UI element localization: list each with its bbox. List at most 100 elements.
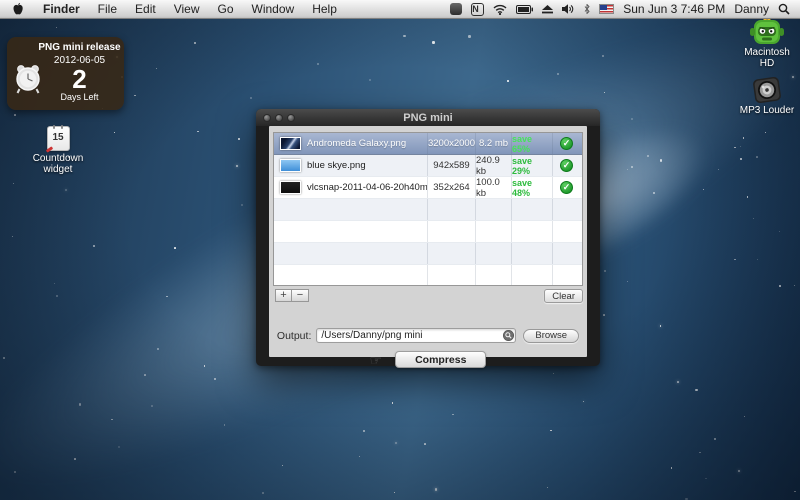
menu-bar: FinderFileEditViewGoWindowHelp N: [0, 0, 800, 19]
file-status: ✓: [552, 133, 580, 154]
input-source-icon[interactable]: N: [471, 3, 484, 16]
table-row[interactable]: vlcsnap-2011-04-06-20h40m36s165.png352x2…: [274, 177, 582, 199]
table-empty-row: [274, 243, 582, 265]
table-controls: + − Clear: [273, 289, 583, 303]
menu-clock[interactable]: Sun Jun 3 7:46 PM: [623, 2, 725, 16]
file-size: [475, 221, 511, 242]
icon-label: MP3 Louder: [737, 105, 797, 116]
compress-button[interactable]: Compress: [395, 351, 486, 368]
file-save-percent: [511, 265, 552, 286]
icon-label: Countdown: [24, 153, 92, 164]
desktop-icon-macintosh-hd[interactable]: Macintosh HD: [737, 15, 797, 69]
icon-label: HD: [737, 58, 797, 69]
file-status: [552, 199, 580, 220]
file-size: [475, 243, 511, 264]
icon-label: Macintosh: [737, 47, 797, 58]
file-size: [475, 265, 511, 286]
check-badge-icon: ✓: [560, 159, 573, 172]
window-content: Andromeda Galaxy.png3200x20008.2 mbsave …: [269, 126, 587, 357]
file-save-percent: save 65%: [511, 133, 552, 154]
apple-menu[interactable]: [0, 0, 34, 18]
file-dimensions: [427, 265, 475, 286]
menu-item-go[interactable]: Go: [209, 0, 243, 18]
status-area: N: [450, 0, 800, 18]
apple-logo-icon: [12, 2, 24, 16]
file-thumbnail: [280, 137, 301, 150]
menu-item-window[interactable]: Window: [243, 0, 304, 18]
monster-hd-icon: [749, 15, 785, 45]
file-thumbnail: [280, 181, 301, 194]
table-row[interactable]: Andromeda Galaxy.png 3200x20008.2 mbsave …: [274, 133, 582, 155]
battery-icon[interactable]: [516, 5, 533, 14]
countdown-widget-panel: PNG mini release 2012-06-05 2 Days Left: [7, 37, 124, 110]
file-size: 8.2 mb: [475, 133, 511, 154]
png-mini-window: PNG mini Andromeda Galaxy.png 3200x20008.…: [256, 109, 600, 366]
remove-file-button[interactable]: −: [292, 289, 309, 302]
check-badge-icon: ✓: [560, 137, 573, 150]
check-badge-icon: ✓: [560, 181, 573, 194]
window-title: PNG mini: [256, 112, 600, 124]
file-name: vlcsnap-2011-04-06-20h40m36s165.png: [307, 182, 427, 193]
widget-days-count: 2: [35, 67, 124, 91]
menu-extra-app-icon[interactable]: [450, 3, 462, 15]
compress-row: ☞ Compress: [269, 351, 587, 368]
menu-item-file[interactable]: File: [89, 0, 126, 18]
file-name: blue skye.png: [307, 160, 366, 171]
output-path-input[interactable]: [316, 328, 516, 343]
desktop-icon-mp3-louder[interactable]: MP3 Louder: [737, 77, 797, 116]
menu-item-help[interactable]: Help: [303, 0, 346, 18]
table-empty-row: [274, 199, 582, 221]
spotlight-icon[interactable]: [778, 3, 790, 15]
file-dimensions: 3200x2000: [427, 133, 475, 154]
table-empty-row: [274, 221, 582, 243]
file-status: [552, 221, 580, 242]
file-status: ✓: [552, 155, 580, 176]
us-flag-icon[interactable]: [599, 4, 614, 14]
file-save-percent: [511, 221, 552, 242]
eject-icon[interactable]: [542, 5, 553, 14]
bluetooth-icon[interactable]: [584, 4, 590, 14]
file-status: [552, 243, 580, 264]
file-table: Andromeda Galaxy.png3200x20008.2 mbsave …: [273, 132, 583, 286]
calendar-icon: 15: [47, 126, 70, 151]
menu-user[interactable]: Danny: [734, 2, 769, 16]
menu-item-finder[interactable]: Finder: [34, 0, 89, 18]
file-dimensions: 352x264: [427, 177, 475, 198]
browse-button[interactable]: Browse: [523, 329, 579, 343]
icon-label: widget: [24, 164, 92, 175]
file-thumbnail: [280, 159, 301, 172]
add-file-button[interactable]: +: [275, 289, 292, 302]
calendar-day: 15: [52, 132, 63, 143]
file-dimensions: [427, 199, 475, 220]
menu-item-edit[interactable]: Edit: [126, 0, 165, 18]
speaker-icon: [749, 75, 784, 105]
file-status: ✓: [552, 177, 580, 198]
file-save-percent: save 48%: [511, 177, 552, 198]
output-row: Output: Browse: [269, 328, 587, 343]
table-row[interactable]: blue skye.png 942x589240.9 kbsave 29% ✓: [274, 155, 582, 177]
file-save-percent: save 29%: [511, 155, 552, 176]
clear-button[interactable]: Clear: [544, 289, 583, 303]
widget-title: PNG mini release: [35, 42, 124, 53]
widget-days-label: Days Left: [35, 92, 124, 102]
menu-items: FinderFileEditViewGoWindowHelp: [0, 0, 346, 18]
desktop: FinderFileEditViewGoWindowHelp N: [0, 0, 800, 500]
wifi-icon[interactable]: [493, 4, 507, 15]
desktop-icon-countdown-widget[interactable]: 15 Countdown widget: [24, 126, 92, 175]
menu-item-view[interactable]: View: [165, 0, 209, 18]
file-name: Andromeda Galaxy.png: [307, 138, 406, 149]
file-dimensions: 942x589: [427, 155, 475, 176]
output-menu-icon[interactable]: [503, 330, 514, 341]
pointing-hand-icon: ☞: [370, 353, 383, 367]
window-titlebar[interactable]: PNG mini: [256, 109, 600, 126]
file-save-percent: [511, 199, 552, 220]
volume-icon[interactable]: [562, 4, 575, 14]
file-size: 240.9 kb: [475, 155, 511, 176]
table-empty-row: [274, 265, 582, 286]
file-save-percent: [511, 243, 552, 264]
output-label: Output:: [277, 330, 311, 342]
file-dimensions: [427, 221, 475, 242]
file-status: [552, 265, 580, 286]
file-dimensions: [427, 243, 475, 264]
file-size: [475, 199, 511, 220]
